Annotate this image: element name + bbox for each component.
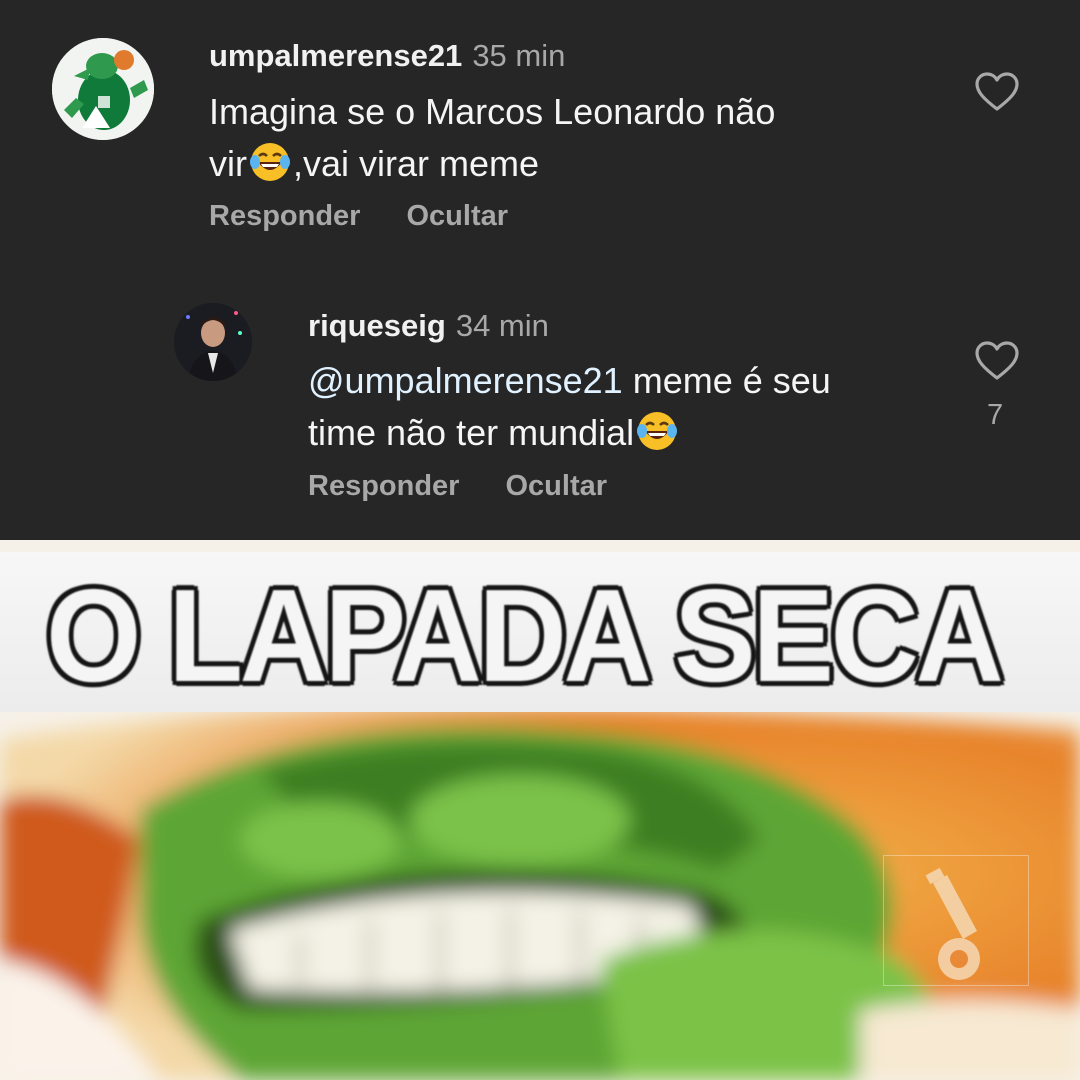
comment-actions: Responder Ocultar — [209, 200, 508, 233]
comment-username[interactable]: umpalmerense21 35 min — [209, 38, 565, 74]
laughing-tears-emoji-icon — [250, 143, 290, 181]
watermark — [883, 855, 1029, 986]
username[interactable]: riqueseig — [308, 308, 446, 343]
mention-link[interactable]: @umpalmerense21 — [308, 360, 623, 401]
reply-button[interactable]: Responder — [308, 470, 459, 503]
reply-button[interactable]: Responder — [209, 200, 360, 233]
comment-username[interactable]: riqueseig 34 min — [308, 308, 549, 344]
avatar[interactable] — [52, 38, 154, 140]
comment-text-part: vir — [209, 143, 247, 184]
comments-panel: umpalmerense21 35 min Imagina se o Marcos… — [0, 0, 1080, 540]
palmeiras-mascot-avatar — [52, 38, 154, 140]
hide-button[interactable]: Ocultar — [505, 470, 607, 503]
comment-text-part: ,vai virar meme — [293, 143, 540, 184]
laughing-tears-emoji-icon — [637, 412, 678, 450]
avatar[interactable] — [174, 303, 252, 381]
hide-button[interactable]: Ocultar — [406, 200, 508, 233]
comment-text-part: time não ter mundial — [308, 412, 635, 453]
meme-caption-banner: O LAPADA SECA — [0, 552, 1080, 712]
meme-caption: O LAPADA SECA — [46, 562, 1004, 709]
comment-text-part: meme é seu — [622, 360, 831, 401]
like-count: 7 — [987, 399, 1004, 431]
username[interactable]: umpalmerense21 — [209, 38, 462, 73]
heart-icon[interactable] — [974, 71, 1020, 113]
comment-time: 35 min — [472, 38, 566, 73]
comment-text-line: @umpalmerense21 meme é seu — [308, 355, 831, 407]
comment-text-line: vir ,vai virar meme — [209, 138, 775, 190]
user-photo-avatar — [174, 303, 252, 381]
comment-text: Imagina se o Marcos Leonardo não vir ,va… — [209, 86, 775, 190]
comment-actions: Responder Ocultar — [308, 470, 607, 503]
meme-image: O LAPADA SECA — [0, 540, 1080, 1080]
comment-text-line: Imagina se o Marcos Leonardo não — [209, 91, 776, 132]
heart-icon[interactable] — [974, 340, 1020, 382]
comment-text: @umpalmerense21 meme é seu time não ter … — [308, 355, 831, 459]
comment-text-line: time não ter mundial — [308, 407, 831, 459]
comment-time: 34 min — [455, 308, 549, 343]
